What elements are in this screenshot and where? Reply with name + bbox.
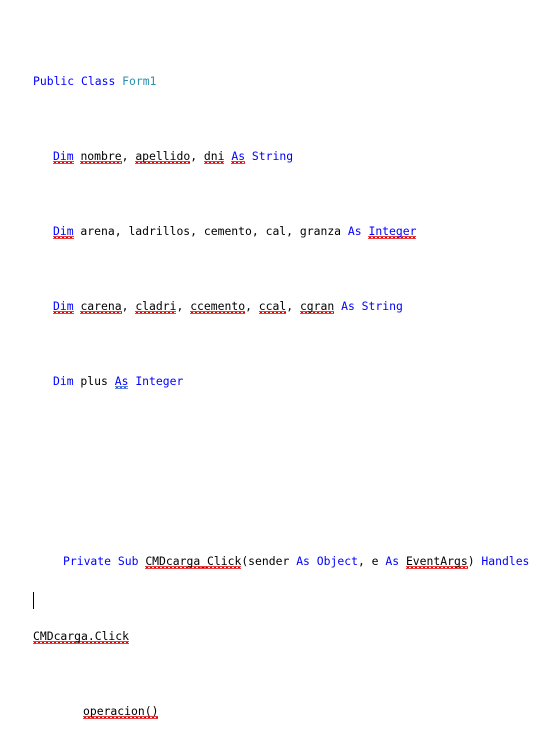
token-identifier: cgran (299, 299, 335, 313)
token-keyword: Handles (481, 554, 530, 568)
token-keyword: Sub (117, 554, 139, 568)
token-keyword: Dim (53, 374, 74, 388)
token-identifier: carena (80, 299, 122, 313)
token-handles-target: CMDcarga.Click (33, 629, 130, 643)
token-punct: , (176, 299, 191, 313)
token-type-keyword: String (361, 299, 403, 313)
token-type-name: Form1 (122, 74, 157, 88)
token-punct: , (245, 299, 259, 313)
token-identifier: apellido (135, 149, 191, 163)
code-line[interactable]: Dim plus As Integer (33, 374, 553, 389)
token-punct: , (286, 299, 300, 313)
token-type-keyword: Integer (368, 224, 417, 238)
token-identifier: cladri (135, 299, 177, 313)
code-line[interactable]: operacion() (33, 704, 553, 719)
token-punct: , (190, 149, 204, 163)
token-punct: , (121, 149, 136, 163)
token-keyword: As (341, 299, 355, 313)
token-method-call: operacion() (83, 704, 159, 718)
token-type-name: EventArgs (405, 554, 468, 568)
text-caret (33, 592, 34, 609)
token-method-name: CMDcarga_Click (145, 554, 242, 568)
token-type-keyword: Object (316, 554, 358, 568)
token-type-keyword: String (251, 149, 294, 163)
code-line-blank[interactable] (33, 479, 553, 494)
token-keyword: Public (33, 74, 75, 88)
token-params: ) (467, 554, 482, 568)
token-keyword: As (114, 374, 129, 388)
code-line[interactable]: Dim arena, ladrillos, cemento, cal, gran… (33, 224, 553, 239)
code-line[interactable]: Private Sub CMDcarga_Click(sender As Obj… (33, 554, 553, 569)
code-line-wrapped[interactable]: CMDcarga.Click (33, 629, 553, 644)
token-keyword: As (347, 224, 362, 238)
token-identifier: plus (73, 374, 115, 388)
token-identifier: ccemento (190, 299, 246, 313)
code-line-blank[interactable] (33, 434, 553, 449)
token-keyword: Dim (53, 224, 74, 238)
token-keyword: As (385, 554, 400, 568)
token-punct: , (121, 299, 136, 313)
token-params: , e (357, 554, 386, 568)
code-line[interactable]: Dim nombre, apellido, dni As String (33, 149, 553, 164)
token-type-keyword: Integer (135, 374, 184, 388)
token-keyword: Class (81, 74, 116, 88)
token-keyword: As (296, 554, 310, 568)
code-line[interactable]: Public Class Form1 (33, 74, 553, 89)
token-keyword: Private (63, 554, 112, 568)
code-editor-surface[interactable]: Public Class Form1 Dim nombre, apellido,… (0, 0, 553, 741)
code-text-area[interactable]: Public Class Form1 Dim nombre, apellido,… (33, 14, 553, 741)
token-keyword: As (231, 149, 246, 163)
token-identifier: dni (203, 149, 225, 163)
token-params: (sender (241, 554, 297, 568)
token-identifier: ccal (258, 299, 287, 313)
token-keyword: Dim (53, 149, 74, 163)
code-line[interactable]: Dim carena, cladri, ccemento, ccal, cgra… (33, 299, 553, 314)
token-identifier-list: arena, ladrillos, cemento, cal, granza (73, 224, 348, 238)
token-keyword: Dim (53, 299, 74, 313)
token-identifier: nombre (80, 149, 122, 163)
